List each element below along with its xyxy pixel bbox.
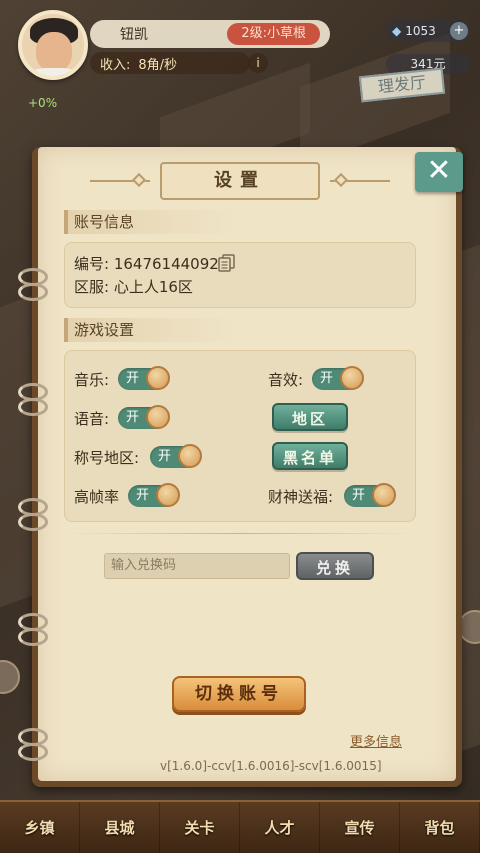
title-region-toggle-label: 开 [158,449,172,464]
voice-label: 语音: [74,410,110,428]
high-fps-toggle-label: 开 [136,488,150,503]
fortune-toggle[interactable]: 开 [344,483,396,507]
version-text: v[1.6.0]-ccv[1.6.0016]-scv[1.6.0015] [160,759,382,773]
sfx-toggle[interactable]: 开 [312,366,364,390]
income-info-button[interactable]: i [248,53,268,73]
gem-counter: ◆ 1053 + [386,20,470,42]
close-button[interactable]: ✕ [415,152,463,192]
title-region-toggle[interactable]: 开 [150,444,202,468]
account-section-header: 账号信息 [64,210,244,234]
music-toggle-label: 开 [126,371,140,386]
game-settings-header: 游戏设置 [64,318,244,342]
music-toggle[interactable]: 开 [118,366,170,390]
income-rate: 8角/秒 [138,57,178,73]
nav-backpack[interactable]: 背包 [400,802,480,853]
music-label: 音乐: [74,371,110,389]
redeem-code-input[interactable]: 输入兑换码 [104,553,290,579]
gem-icon: ◆ [392,24,402,38]
voice-toggle-label: 开 [126,410,140,425]
title-region-label: 称号地区: [74,449,140,467]
nav-promotion[interactable]: 宣传 [320,802,400,853]
high-fps-toggle[interactable]: 开 [128,483,180,507]
fortune-toggle-label: 开 [352,488,366,503]
bottom-nav: 乡镇 县城 关卡 人才 宣传 背包 [0,800,480,853]
player-name-bar: 钮凯 2级:小草根 [90,20,330,48]
region-button[interactable]: 地区 [272,403,348,431]
notebook-rings [18,0,58,853]
gem-count: 1053 [405,24,436,38]
income-label: 收入: [100,57,131,73]
top-hud: 钮凯 2级:小草根 收入: 8角/秒 i ◆ 1053 + 341元 理发厅 +… [0,0,480,140]
blacklist-button[interactable]: 黑名单 [272,442,348,470]
fortune-label: 财神送福: [268,488,334,506]
player-name: 钮凯 [120,27,148,43]
account-id: 编号: 16476144092 [74,255,219,273]
server-info: 区服: 心上人16区 [74,278,193,296]
copy-icon[interactable] [218,254,236,272]
add-gems-button[interactable]: + [450,22,468,40]
more-info-link[interactable]: 更多信息 [350,731,402,750]
high-fps-label: 高帧率 [74,488,120,506]
level-badge: 2级:小草根 [227,23,320,45]
settings-title: 设置 [160,162,320,200]
nav-town[interactable]: 乡镇 [0,802,80,853]
shop-sign: 理发厅 [358,67,446,103]
nav-talent[interactable]: 人才 [240,802,320,853]
sfx-label: 音效: [268,371,304,389]
account-info-box [64,242,416,308]
switch-account-button[interactable]: 切换账号 [172,676,306,712]
nav-levels[interactable]: 关卡 [160,802,240,853]
voice-toggle[interactable]: 开 [118,405,170,429]
redeem-button[interactable]: 兑换 [296,552,374,580]
section-divider [64,533,416,534]
income-bar: 收入: 8角/秒 i [90,52,268,74]
nav-county[interactable]: 县城 [80,802,160,853]
sfx-toggle-label: 开 [320,371,334,386]
